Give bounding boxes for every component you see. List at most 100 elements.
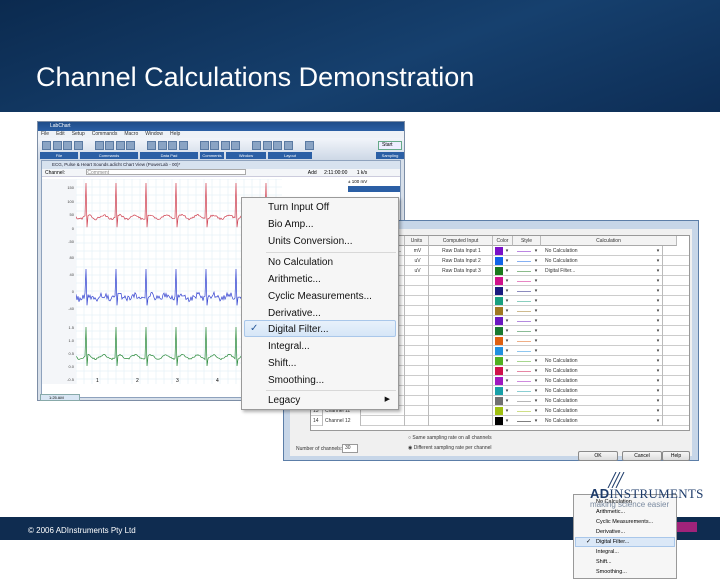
dropdown-arrow-icon[interactable]: ▾ xyxy=(655,357,661,365)
cell-computed[interactable]: Raw Data Input 1 xyxy=(429,246,493,256)
dropdown-arrow-icon[interactable]: ▾ xyxy=(504,257,510,265)
toolbar-button-icon[interactable] xyxy=(42,141,51,150)
dropdown-arrow-icon[interactable]: ▾ xyxy=(655,377,661,385)
dropdown-arrow-icon[interactable]: ▾ xyxy=(533,377,539,385)
dropdown-arrow-icon[interactable]: ▾ xyxy=(504,357,510,365)
toolbar-button-icon[interactable] xyxy=(210,141,219,150)
dropdown-arrow-icon[interactable]: ▾ xyxy=(504,247,510,255)
dropdown-arrow-icon[interactable]: ▾ xyxy=(533,367,539,375)
style-line[interactable] xyxy=(517,251,531,252)
toolbar-button-icon[interactable] xyxy=(158,141,167,150)
cell-computed[interactable]: Raw Data Input 2 xyxy=(429,256,493,266)
menu-window[interactable]: Window xyxy=(145,131,163,137)
dropdown-arrow-icon[interactable]: ▾ xyxy=(504,417,510,425)
menu-item-no-calculation[interactable]: No Calculation xyxy=(268,255,333,271)
dropdown-arrow-icon[interactable]: ▾ xyxy=(533,407,539,415)
color-swatch[interactable] xyxy=(495,297,503,305)
style-line[interactable] xyxy=(517,331,531,332)
style-line[interactable] xyxy=(517,401,531,402)
popup-item[interactable]: Shift... xyxy=(596,557,612,567)
color-swatch[interactable] xyxy=(495,417,503,425)
dropdown-arrow-icon[interactable]: ▾ xyxy=(655,367,661,375)
calculation-select[interactable]: No Calculation xyxy=(543,406,663,416)
calculation-select[interactable] xyxy=(543,306,663,316)
toolbar-button-icon[interactable] xyxy=(116,141,125,150)
dropdown-arrow-icon[interactable]: ▾ xyxy=(533,267,539,275)
dropdown-arrow-icon[interactable]: ▾ xyxy=(655,277,661,285)
color-swatch[interactable] xyxy=(495,317,503,325)
cancel-button[interactable]: Cancel xyxy=(622,451,662,461)
style-line[interactable] xyxy=(517,271,531,272)
dropdown-arrow-icon[interactable]: ▾ xyxy=(533,257,539,265)
radio-same-rate[interactable]: ○ Same sampling rate on all channels xyxy=(408,435,492,441)
color-swatch[interactable] xyxy=(495,327,503,335)
menu-item-arithmetic[interactable]: Arithmetic... xyxy=(268,272,321,288)
dropdown-arrow-icon[interactable]: ▾ xyxy=(533,247,539,255)
color-swatch[interactable] xyxy=(495,257,503,265)
calculation-select[interactable] xyxy=(543,286,663,296)
calculation-select[interactable]: No Calculation xyxy=(543,356,663,366)
toolbar-button-icon[interactable] xyxy=(126,141,135,150)
color-swatch[interactable] xyxy=(495,277,503,285)
calculation-select[interactable]: No Calculation xyxy=(543,396,663,406)
toolbar-button-icon[interactable] xyxy=(221,141,230,150)
color-swatch[interactable] xyxy=(495,377,503,385)
comment-input[interactable]: Comment xyxy=(86,169,246,175)
popup-item[interactable]: Cyclic Measurements... xyxy=(596,517,653,527)
color-swatch[interactable] xyxy=(495,287,503,295)
dropdown-arrow-icon[interactable]: ▾ xyxy=(504,277,510,285)
toolbar-button-icon[interactable] xyxy=(284,141,293,150)
menu-file[interactable]: File xyxy=(41,131,49,137)
color-swatch[interactable] xyxy=(495,397,503,405)
menu-item-derivative[interactable]: Derivative... xyxy=(268,306,321,322)
menu-edit[interactable]: Edit xyxy=(56,131,65,137)
rate-readout[interactable]: 1 k/s xyxy=(357,170,368,176)
style-line[interactable] xyxy=(517,301,531,302)
calculation-select[interactable]: No Calculation xyxy=(543,416,663,426)
style-line[interactable] xyxy=(517,311,531,312)
dropdown-arrow-icon[interactable]: ▾ xyxy=(504,347,510,355)
dropdown-arrow-icon[interactable]: ▾ xyxy=(655,397,661,405)
dropdown-arrow-icon[interactable]: ▾ xyxy=(504,387,510,395)
cell-units[interactable]: uV xyxy=(405,256,429,266)
toolbar-button-icon[interactable] xyxy=(168,141,177,150)
toolbar-button-icon[interactable] xyxy=(105,141,114,150)
calculation-select[interactable]: No Calculation xyxy=(543,246,663,256)
dropdown-arrow-icon[interactable]: ▾ xyxy=(655,317,661,325)
menu-item-units-conversion[interactable]: Units Conversion... xyxy=(268,234,352,250)
cell-units[interactable]: mV xyxy=(405,246,429,256)
color-swatch[interactable] xyxy=(495,347,503,355)
toolbar-button-icon[interactable] xyxy=(179,141,188,150)
calculation-select[interactable]: Digital Filter... xyxy=(543,266,663,276)
dropdown-arrow-icon[interactable]: ▾ xyxy=(655,417,661,425)
cell-units[interactable]: uV xyxy=(405,266,429,276)
style-line[interactable] xyxy=(517,291,531,292)
calculation-select[interactable]: No Calculation xyxy=(543,376,663,386)
menu-item-legacy[interactable]: Legacy xyxy=(268,393,300,409)
dropdown-arrow-icon[interactable]: ▾ xyxy=(655,307,661,315)
menu-item-digital-filter[interactable]: Digital Filter... xyxy=(268,322,329,338)
menu-commands[interactable]: Commands xyxy=(92,131,118,137)
dropdown-arrow-icon[interactable]: ▾ xyxy=(533,347,539,355)
range-readout[interactable]: ± 100 mV xyxy=(348,179,400,184)
dropdown-arrow-icon[interactable]: ▾ xyxy=(655,327,661,335)
style-line[interactable] xyxy=(517,351,531,352)
calculation-select[interactable] xyxy=(543,276,663,286)
toolbar-button-icon[interactable] xyxy=(252,141,261,150)
help-button[interactable]: Help xyxy=(662,451,690,461)
style-line[interactable] xyxy=(517,371,531,372)
dropdown-arrow-icon[interactable]: ▾ xyxy=(655,287,661,295)
dropdown-arrow-icon[interactable]: ▾ xyxy=(655,247,661,255)
dropdown-arrow-icon[interactable]: ▾ xyxy=(533,387,539,395)
dropdown-arrow-icon[interactable]: ▾ xyxy=(504,407,510,415)
calculation-select[interactable] xyxy=(543,296,663,306)
dropdown-arrow-icon[interactable]: ▾ xyxy=(504,287,510,295)
style-line[interactable] xyxy=(517,341,531,342)
toolbar-button-icon[interactable] xyxy=(305,141,314,150)
popup-item[interactable]: Integral... xyxy=(596,547,619,557)
dropdown-arrow-icon[interactable]: ▾ xyxy=(504,317,510,325)
menu-item-smoothing[interactable]: Smoothing... xyxy=(268,373,324,389)
dropdown-arrow-icon[interactable]: ▾ xyxy=(533,287,539,295)
menu-macro[interactable]: Macro xyxy=(124,131,138,137)
dropdown-arrow-icon[interactable]: ▾ xyxy=(533,277,539,285)
